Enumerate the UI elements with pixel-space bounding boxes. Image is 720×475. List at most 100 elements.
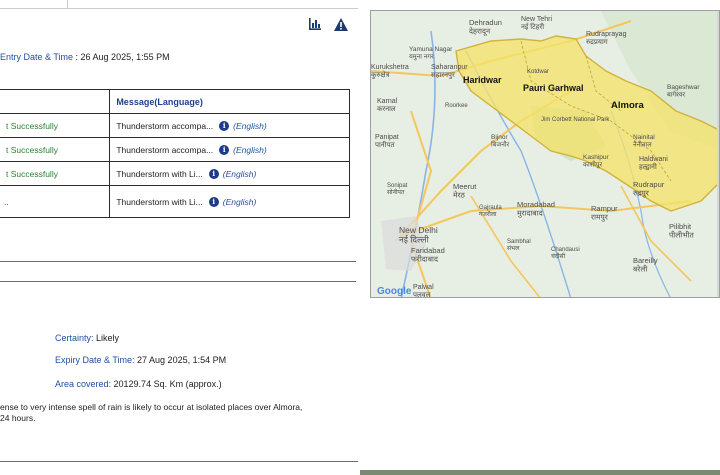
place-label-local: रुद्रपुर: [633, 189, 650, 199]
place-label: Nainital: [633, 134, 655, 141]
message-text: Thunderstorm with Li...: [116, 196, 203, 207]
place-label-local: काशीपुर: [583, 161, 602, 169]
entry-datetime-label: Entry Date & Time: [0, 52, 74, 62]
place-label-local: नई दिल्ली: [399, 235, 430, 245]
table-row: t Successfully Thunderstorm accompa... i(…: [0, 137, 350, 162]
certainty-row: Certainty: Likely: [55, 333, 119, 343]
place-label: Roorkee: [445, 103, 468, 109]
message-cell: Thunderstorm accompa... i (English): [109, 137, 350, 162]
entry-datetime: Entry Date & Time : 26 Aug 2025, 1:55 PM: [0, 52, 170, 62]
language-link[interactable]: (English): [223, 169, 257, 179]
warning-triangle-icon[interactable]: [332, 15, 350, 33]
delivery-status: t Successfully: [0, 161, 111, 186]
place-label-local: बागेश्वर: [667, 91, 685, 99]
description-line: ense to very intense spell of rain is li…: [0, 402, 303, 412]
message-text: Thunderstorm with Li...: [116, 168, 203, 179]
place-label-local: संभल: [507, 245, 520, 252]
section-divider: [0, 261, 356, 262]
place-label: Almora: [611, 100, 644, 111]
language-link[interactable]: (English): [223, 197, 257, 207]
top-divider: [0, 8, 358, 9]
place-label-local: रामपुर: [591, 213, 609, 223]
area-label: Area covered:: [55, 379, 112, 389]
place-label-local: बरेली: [633, 265, 648, 274]
place-label-local: देहरादून: [469, 27, 491, 37]
place-label: New Delhi: [399, 225, 438, 235]
info-icon[interactable]: i: [208, 168, 219, 179]
message-cell: Thunderstorm accompa... i (English): [109, 113, 350, 138]
table-row: t Successfully Thunderstorm with Li... i (…: [0, 161, 350, 186]
place-label-local: कुरुक्षेत्र: [371, 70, 390, 79]
place-label-local: बिजनौर: [491, 141, 510, 149]
delivery-status: t Successfully: [0, 137, 111, 162]
place-label-local: चंदौसी: [551, 252, 566, 260]
place-label-local: फरीदाबाद: [411, 255, 439, 264]
description-line: 24 hours.: [0, 413, 36, 423]
language-link[interactable]: (English): [233, 121, 267, 131]
place-label: New Tehri: [521, 16, 552, 23]
place-label: Chandausi: [551, 247, 580, 253]
place-label-local: यमुना नगर: [409, 54, 434, 61]
place-label: Karnal: [377, 98, 398, 105]
taskbar-strip: [360, 470, 720, 475]
certainty-label: Certainty:: [55, 333, 94, 343]
entry-datetime-value: : 26 Aug 2025, 1:55 PM: [73, 52, 170, 62]
bottom-divider: [0, 461, 358, 475]
message-cell: Thunderstorm with Li... i (English): [109, 185, 350, 218]
alert-detail-panel: Entry Date & Time : 26 Aug 2025, 1:55 PM…: [0, 0, 358, 475]
place-label: Gajraula: [479, 205, 502, 211]
place-label: Haldwani: [639, 156, 668, 163]
place-label-local: नैनीताल: [633, 141, 652, 149]
place-label: Palwal: [413, 284, 434, 291]
expiry-row: Expiry Date & Time: 27 Aug 2025, 1:54 PM: [55, 355, 226, 365]
top-divider-tick: [67, 0, 68, 9]
place-label-local: नई टिहरी: [521, 22, 544, 31]
info-icon[interactable]: i: [219, 120, 230, 131]
place-label: Kurukshetra: [371, 64, 409, 71]
place-label-local: मेरठ: [453, 191, 466, 200]
map-canvas[interactable]: DehradunदेहरादूनNew Tehriनई टिहरीRudrapr…: [371, 11, 720, 298]
place-label-local: पलवल: [413, 292, 431, 298]
place-label: Panipat: [375, 134, 399, 141]
message-table: Message(Language) t Successfully Thunder…: [0, 89, 350, 218]
place-label: Saharanpur: [431, 64, 468, 71]
bar-chart-icon[interactable]: [306, 15, 324, 33]
info-icon[interactable]: i: [219, 144, 230, 155]
language-link[interactable]: (English): [233, 145, 267, 155]
expiry-label: Expiry Date & Time:: [55, 355, 135, 365]
place-label: Kashipur: [583, 154, 609, 161]
place-label: Haridwar: [463, 75, 502, 85]
area-row: Area covered: 20129.74 Sq. Km (approx.): [55, 379, 222, 389]
table-row: .. Thunderstorm with Li... i (English): [0, 185, 350, 218]
place-label-local: हल्द्वानी: [639, 162, 657, 171]
delivery-status: t Successfully: [0, 113, 111, 138]
message-text: Thunderstorm accompa...: [116, 144, 214, 155]
status-column-header: [0, 89, 111, 114]
place-label-local: रुद्रप्रयाग: [586, 39, 609, 46]
place-label: Rudraprayag: [586, 31, 627, 38]
place-label-local: गजरौला: [479, 210, 497, 218]
message-cell: Thunderstorm with Li... i (English): [109, 161, 350, 186]
alert-area-map[interactable]: Dehradun देहरादून New Tehri नई टिहरी Rudrapr…: [370, 10, 720, 298]
place-label-local: सोनीपत: [387, 188, 405, 196]
place-label: Bijnor: [491, 134, 508, 141]
place-label: Pauri Garhwal: [523, 83, 584, 93]
place-label: Jim Corbett National Park: [541, 117, 610, 123]
message-text: Thunderstorm accompa...: [116, 120, 214, 131]
message-column-header: Message(Language): [109, 89, 350, 114]
place-label: Sambhal: [507, 239, 531, 245]
section-divider: [0, 281, 356, 282]
expiry-value: 27 Aug 2025, 1:54 PM: [134, 355, 227, 365]
alert-description: ense to very intense spell of rain is li…: [0, 402, 340, 424]
place-label-local: मुरादाबाद: [517, 209, 544, 219]
place-label-local: करनाल: [377, 106, 396, 113]
certainty-value: Likely: [93, 333, 120, 343]
table-row: t Successfully Thunderstorm accompa... i(…: [0, 113, 350, 138]
place-label-local: सहारनपुर: [431, 72, 455, 79]
place-label-local: पीलीभीत: [669, 231, 694, 240]
delivery-status: ..: [0, 185, 111, 218]
google-logo: Google: [377, 286, 412, 297]
info-icon[interactable]: i: [208, 196, 219, 207]
area-value: 20129.74 Sq. Km (approx.): [111, 379, 222, 389]
place-label: Sonipat: [387, 183, 408, 189]
